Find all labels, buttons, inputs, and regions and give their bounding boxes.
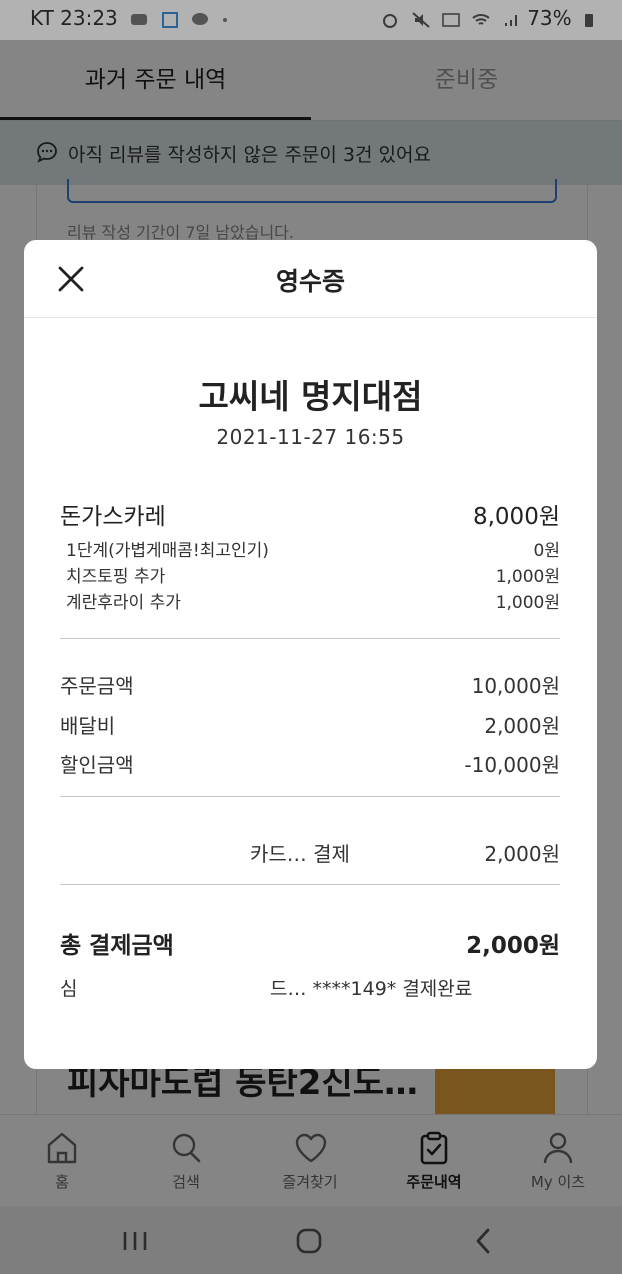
card-payment-row: 카드… 결제 2,000원 — [60, 838, 560, 866]
option-price: 0원 — [533, 541, 560, 561]
store-name: 고씨네 명지대점 — [198, 377, 423, 416]
order-datetime: 2021-11-27 16:55 — [216, 425, 405, 449]
order-amount-label: 주문금액 — [60, 674, 134, 698]
option-row: 계란후라이 추가 1,000원 — [66, 588, 560, 613]
payment-status-left: 심 — [60, 978, 78, 1000]
option-price: 1,000원 — [495, 593, 560, 613]
divider — [60, 884, 560, 885]
delivery-fee-value: 2,000원 — [484, 714, 560, 738]
delivery-fee-row: 배달비 2,000원 — [60, 710, 560, 738]
discount-value: -10,000원 — [464, 753, 560, 777]
delivery-fee-label: 배달비 — [60, 714, 116, 738]
card-payment-value: 2,000원 — [484, 842, 560, 866]
option-row: 치즈토핑 추가 1,000원 — [66, 562, 560, 587]
payment-status-row: 심 드… ****149* 결제완료 — [60, 974, 560, 1000]
total-value: 2,000원 — [466, 933, 560, 959]
menu-item-name: 돈가스카레 — [60, 504, 166, 530]
payment-status-text: 드… ****149* 결제완료 — [270, 978, 473, 1000]
sysnav-dim-overlay — [0, 1206, 622, 1274]
option-row: 1단계(가볍게매콤!최고인기) 0원 — [66, 536, 560, 561]
receipt-header: 영수증 — [24, 240, 597, 318]
card-payment-label: 카드… 결제 — [250, 842, 350, 866]
discount-row: 할인금액 -10,000원 — [60, 749, 560, 777]
total-label: 총 결제금액 — [60, 933, 174, 959]
status-dim-overlay — [0, 0, 622, 40]
discount-label: 할인금액 — [60, 753, 134, 777]
option-price: 1,000원 — [495, 567, 560, 587]
option-name: 치즈토핑 추가 — [66, 567, 166, 587]
receipt-modal: 영수증 고씨네 명지대점 2021-11-27 16:55 돈가스카레 8,00… — [24, 240, 597, 1069]
total-row: 총 결제금액 2,000원 — [60, 926, 560, 959]
divider — [60, 796, 560, 797]
menu-item-price: 8,000원 — [472, 504, 560, 530]
option-name: 1단계(가볍게매콤!최고인기) — [66, 541, 269, 561]
order-amount-row: 주문금액 10,000원 — [60, 670, 560, 698]
order-amount-value: 10,000원 — [471, 674, 560, 698]
receipt-title: 영수증 — [275, 267, 345, 296]
option-name: 계란후라이 추가 — [66, 593, 181, 613]
menu-item-row: 돈가스카레 8,000원 — [60, 497, 560, 530]
divider — [60, 638, 560, 639]
